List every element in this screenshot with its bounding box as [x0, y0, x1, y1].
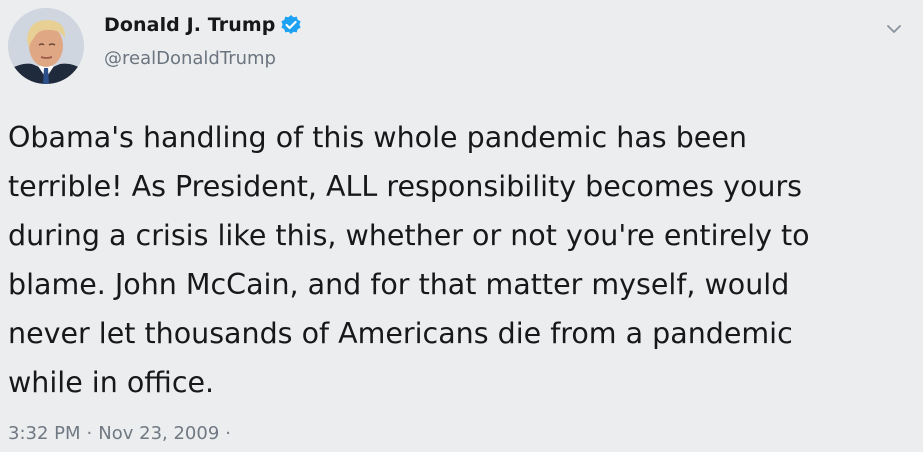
author-display-name[interactable]: Donald J. Trump	[104, 14, 275, 36]
tweet-card: Donald J. Trump @realDonaldTrump Obama's…	[0, 0, 923, 452]
avatar-portrait-icon	[8, 8, 84, 84]
author-name-row: Donald J. Trump	[104, 14, 302, 36]
profile-avatar[interactable]	[8, 8, 84, 84]
tweet-timestamp[interactable]: 3:32 PM · Nov 23, 2009 ·	[8, 423, 237, 444]
tweet-text: Obama's handling of this whole pandemic …	[8, 121, 810, 399]
author-handle[interactable]: @realDonaldTrump	[104, 48, 276, 69]
tweet-time: 3:32 PM	[8, 423, 81, 444]
verified-badge-icon	[280, 14, 302, 36]
tweet-date: Nov 23, 2009	[98, 423, 220, 444]
chevron-down-icon[interactable]	[883, 18, 905, 40]
meta-trailing-separator: ·	[225, 423, 232, 444]
meta-separator: ·	[86, 423, 93, 444]
